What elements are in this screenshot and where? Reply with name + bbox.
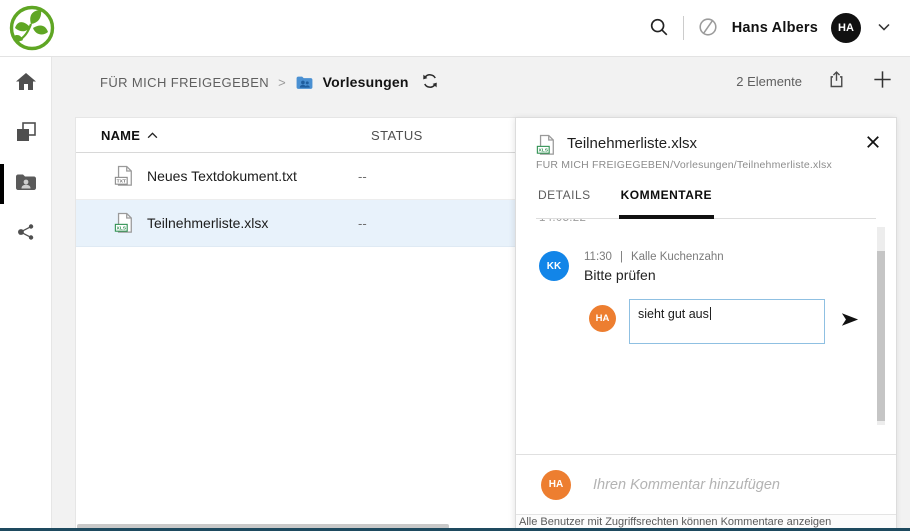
comment-date-divider: 14.05.22 — [539, 219, 896, 224]
sidebar-item-files[interactable] — [0, 109, 51, 159]
circle-slash-icon — [697, 16, 719, 41]
sidebar — [0, 57, 52, 531]
comment-text: Bitte prüfen — [584, 267, 724, 283]
column-header-status[interactable]: STATUS — [371, 128, 423, 143]
topbar-divider — [683, 16, 684, 40]
txt-file-icon: TXT — [114, 165, 134, 187]
reply-input-value: sieht gut aus — [638, 307, 709, 321]
comments-area: 14.05.22 KK 11:30 | Kalle Kuchenzahn Bit… — [516, 219, 896, 454]
close-icon — [866, 135, 880, 152]
shared-folder-blue-icon — [295, 73, 314, 92]
offline-files-button[interactable] — [697, 16, 719, 41]
tab-details[interactable]: DETAILS — [536, 188, 593, 218]
share-nodes-icon — [15, 221, 37, 248]
comment-meta-separator: | — [620, 251, 623, 263]
text-cursor — [710, 307, 711, 320]
xls-file-icon: XLS — [114, 212, 134, 234]
comment-author: Kalle Kuchenzahn — [631, 251, 724, 263]
send-comment-button[interactable] — [841, 312, 859, 330]
home-icon — [14, 70, 38, 99]
plus-icon — [871, 68, 894, 94]
sort-ascending-icon — [147, 132, 158, 139]
file-status: -- — [358, 169, 367, 184]
details-panel: XLS Teilnehmerliste.xlsx FUR MICH FREIGE… — [515, 117, 897, 531]
tab-kommentare[interactable]: KOMMENTARE — [619, 188, 714, 219]
upload-icon — [826, 69, 847, 93]
breadcrumb-current: Vorlesungen — [323, 74, 409, 90]
search-icon — [648, 16, 670, 41]
folder-toolbar: 2 Elemente — [736, 68, 894, 94]
files-icon — [14, 120, 38, 149]
details-panel-header: XLS Teilnehmerliste.xlsx — [516, 118, 896, 156]
comment-item: KK 11:30 | Kalle Kuchenzahn Bitte prüfen — [539, 251, 840, 283]
content-area: FÜR MICH FREIGEGEBEN > Vorlesungen — [52, 57, 910, 531]
add-button[interactable] — [871, 68, 894, 94]
xls-file-label: XLS — [117, 226, 127, 232]
share-upload-button[interactable] — [826, 69, 847, 93]
brand-logo-icon — [8, 4, 56, 52]
comments-scrollbar[interactable] — [877, 227, 885, 425]
close-panel-button[interactable] — [866, 135, 880, 152]
xls-file-icon: XLS — [536, 134, 556, 156]
sidebar-item-shared-with-me[interactable] — [0, 159, 51, 209]
search-button[interactable] — [648, 16, 670, 41]
composer-placeholder: Ihren Kommentar hinzufügen — [593, 477, 780, 493]
comment-author-avatar: KK — [539, 251, 569, 281]
topbar: Hans Albers HA — [0, 0, 910, 57]
user-menu-button[interactable] — [874, 17, 894, 40]
send-arrow-icon — [841, 312, 859, 330]
sidebar-item-home[interactable] — [0, 59, 51, 109]
shared-folder-icon — [14, 170, 38, 199]
reply-author-avatar: HA — [589, 305, 616, 332]
reply-row: HA sieht gut aus — [589, 299, 896, 344]
xls-file-label: XLS — [539, 148, 549, 154]
chevron-down-icon — [874, 17, 894, 40]
file-path: FUR MICH FREIGEGEBEN/Vorlesungen/Teilneh… — [516, 156, 896, 171]
reply-input[interactable]: sieht gut aus — [629, 299, 825, 344]
composer-avatar: HA — [541, 470, 571, 500]
panel-tabs: DETAILS KOMMENTARE — [536, 188, 876, 219]
column-header-name[interactable]: NAME — [101, 128, 140, 143]
file-name: Teilnehmerliste.xlsx — [147, 215, 268, 231]
txt-file-label: TXT — [117, 179, 126, 185]
comment-composer[interactable]: HA Ihren Kommentar hinzufügen — [516, 454, 896, 514]
sidebar-item-share[interactable] — [0, 209, 51, 259]
file-name: Neues Textdokument.txt — [147, 168, 297, 184]
panel-title: Teilnehmerliste.xlsx — [567, 135, 697, 152]
file-status: -- — [358, 216, 367, 231]
breadcrumb-parent-link[interactable]: FÜR MICH FREIGEGEBEN — [100, 75, 269, 90]
breadcrumb: FÜR MICH FREIGEGEBEN > Vorlesungen — [100, 69, 439, 95]
refresh-button[interactable] — [421, 72, 439, 93]
items-count: 2 Elemente — [736, 74, 802, 89]
scrollbar-thumb[interactable] — [877, 251, 885, 421]
breadcrumb-separator: > — [278, 75, 286, 90]
comment-time: 11:30 — [584, 251, 612, 263]
refresh-icon — [421, 72, 439, 93]
user-avatar[interactable]: HA — [831, 13, 861, 43]
user-name: Hans Albers — [732, 20, 818, 36]
